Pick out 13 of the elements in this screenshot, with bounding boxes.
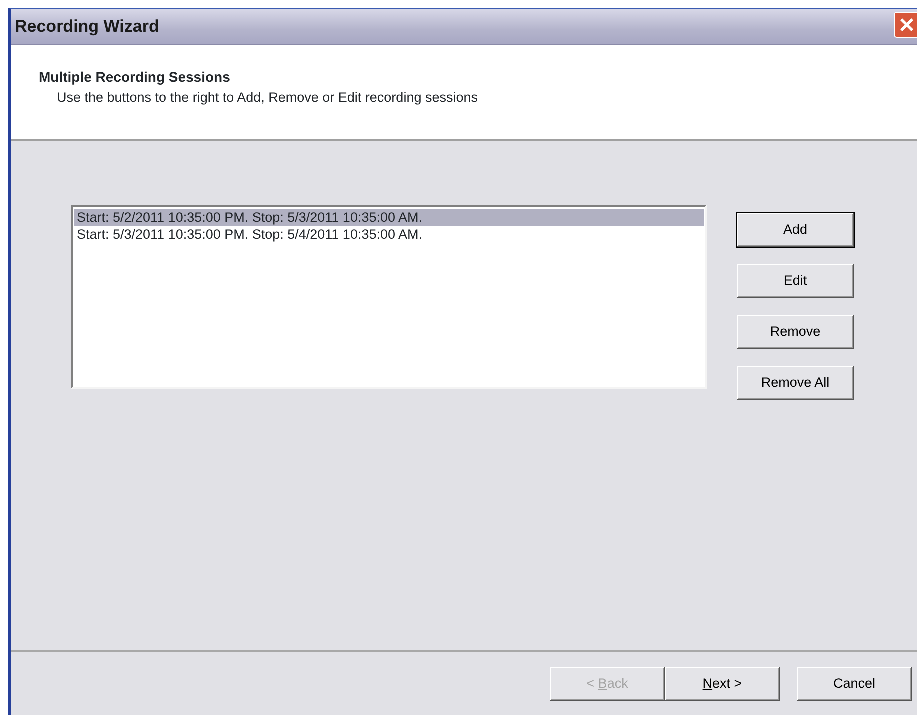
action-button[interactable]: Remove All: [737, 366, 854, 400]
sessions-list[interactable]: Start: 5/2/2011 10:35:00 PM. Stop: 5/3/2011 10:35:00 AM. Start: 5/3/2011 10:35:00 PM. Stop: 5/4/2011 10:35:00 AM.: [71, 205, 707, 389]
header-title: Multiple Recording Sessions: [39, 68, 232, 87]
window-title: Recording Wizard: [15, 16, 160, 38]
wizard-button[interactable]: Cancel: [797, 667, 912, 701]
session-item[interactable]: Start: 5/3/2011 10:35:00 PM. Stop: 5/4/2011 10:35:00 AM.: [74, 226, 704, 243]
action-button[interactable]: Remove: [737, 315, 854, 349]
action-button[interactable]: Add: [737, 213, 854, 247]
action-button[interactable]: Edit: [737, 264, 854, 298]
session-item[interactable]: Start: 5/2/2011 10:35:00 PM. Stop: 5/3/2011 10:35:00 AM.: [74, 209, 704, 226]
header-subtitle: Use the buttons to the right to Add, Remove or Edit recording sessions: [56, 89, 479, 107]
close-icon[interactable]: [894, 12, 917, 38]
wizard-button[interactable]: Next >: [665, 667, 780, 701]
